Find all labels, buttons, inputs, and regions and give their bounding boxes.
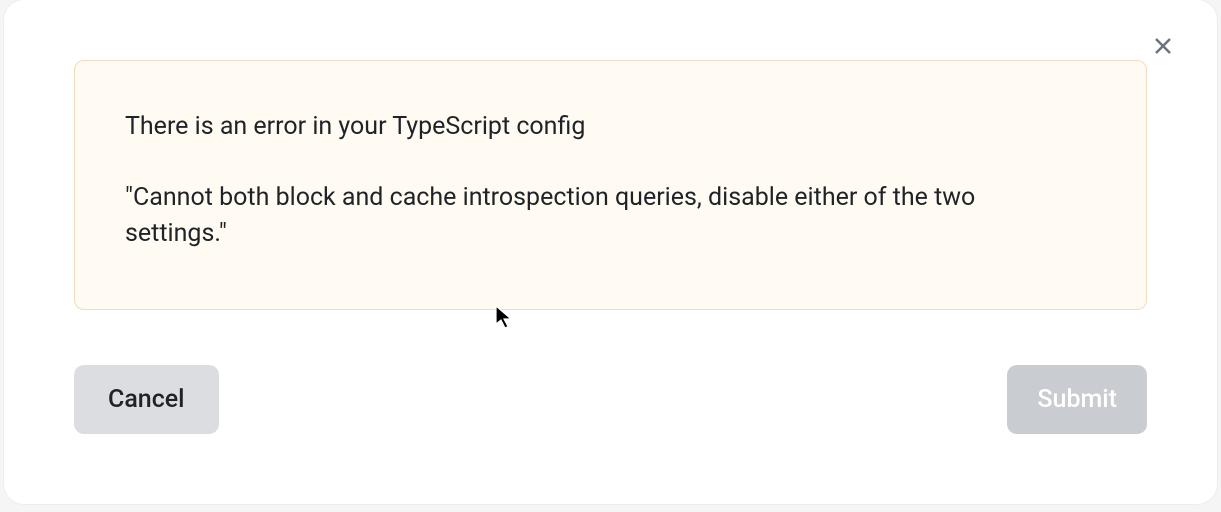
dialog-actions: Cancel Submit xyxy=(74,365,1147,434)
error-title: There is an error in your TypeScript con… xyxy=(125,109,1096,144)
cancel-button[interactable]: Cancel xyxy=(74,365,219,434)
error-message: "Cannot both block and cache introspecti… xyxy=(125,180,1065,253)
close-button[interactable] xyxy=(1149,32,1177,60)
error-alert: There is an error in your TypeScript con… xyxy=(74,60,1147,310)
modal-dialog: There is an error in your TypeScript con… xyxy=(4,0,1217,504)
close-icon xyxy=(1151,34,1175,58)
submit-button[interactable]: Submit xyxy=(1007,365,1147,434)
